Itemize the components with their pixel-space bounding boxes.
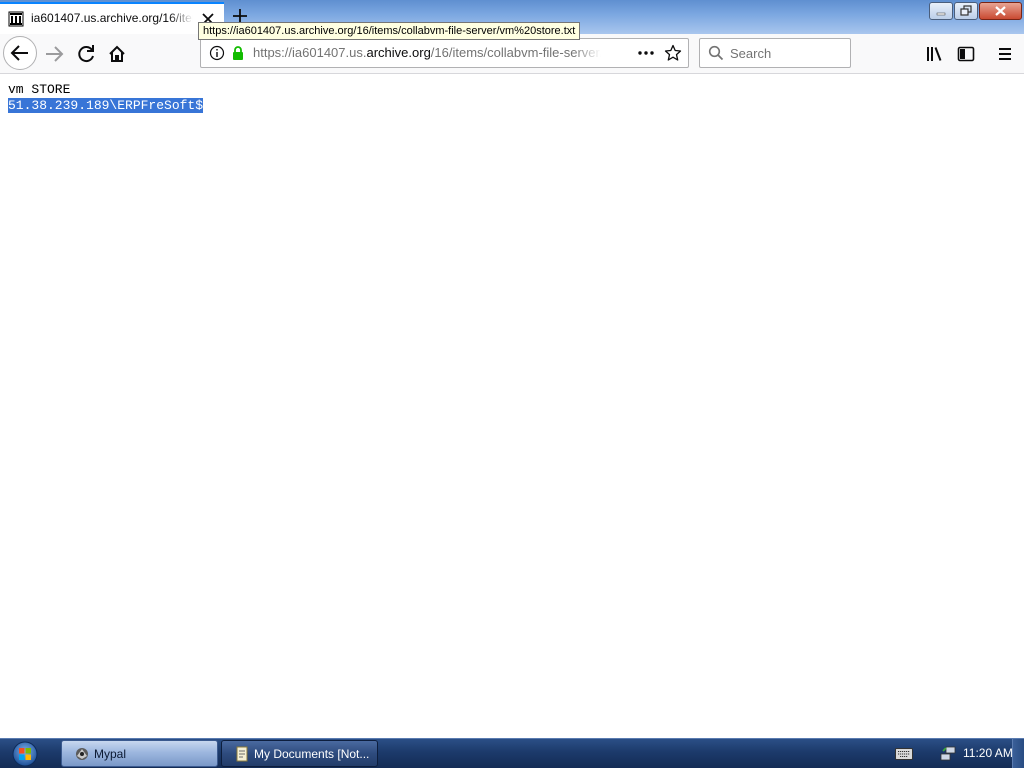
close-window-icon — [995, 6, 1006, 16]
more-actions-icon[interactable] — [637, 45, 655, 61]
library-icon — [927, 47, 942, 61]
library-button[interactable] — [918, 38, 950, 70]
hamburger-menu-button[interactable] — [989, 38, 1021, 70]
sidebar-icon — [957, 46, 975, 62]
url-text[interactable]: https://ia601407.us.archive.org/16/items… — [253, 45, 601, 60]
minimize-icon — [936, 12, 946, 16]
restore-icon — [960, 5, 972, 16]
tab-title: ia601407.us.archive.org/16/items/collabv… — [31, 11, 193, 25]
page-content: vm STORE 51.38.239.189\ERPFreSoft$ — [0, 74, 1024, 738]
url-prefix: https://ia601407.us. — [253, 45, 367, 60]
link-tooltip: https://ia601407.us.archive.org/16/items… — [198, 22, 581, 40]
windows-orb-icon — [12, 741, 38, 767]
taskbar: Mypal My Documents [Not... 11:20 AM — [0, 738, 1024, 768]
reload-icon — [78, 45, 94, 63]
home-button[interactable] — [101, 38, 133, 70]
forward-button[interactable] — [38, 38, 70, 70]
taskbar-item-label: Mypal — [94, 747, 127, 761]
taskbar-item-mypal[interactable]: Mypal — [61, 740, 218, 767]
navigation-toolbar: https://ia601407.us.archive.org/16/items… — [0, 34, 1024, 74]
taskbar-item-my-documents[interactable]: My Documents [Not... — [221, 740, 378, 767]
tab-active[interactable]: ia601407.us.archive.org/16/items/collabv… — [0, 2, 224, 34]
mypal-browser-icon — [76, 748, 88, 760]
show-desktop-button[interactable] — [1012, 739, 1024, 768]
back-button[interactable] — [3, 36, 37, 70]
info-icon[interactable] — [209, 45, 225, 61]
search-icon — [708, 45, 724, 61]
search-bar[interactable] — [699, 38, 851, 68]
taskbar-item-label: My Documents [Not... — [254, 747, 370, 761]
url-path: /16/items/collabvm-file-server/vm%20stor… — [430, 45, 601, 60]
minimize-button[interactable] — [929, 2, 953, 20]
back-arrow-icon — [10, 45, 28, 61]
text-line-2-selected[interactable]: 51.38.239.189\ERPFreSoft$ — [8, 98, 204, 113]
text-line-1: vm STORE — [8, 82, 71, 97]
sidebar-button[interactable] — [950, 38, 982, 70]
reload-button[interactable] — [70, 38, 102, 70]
hamburger-menu-icon — [999, 48, 1011, 60]
home-icon — [109, 45, 125, 62]
tray-clock[interactable]: 11:20 AM — [963, 746, 1013, 760]
search-input[interactable] — [730, 44, 840, 62]
keyboard-icon[interactable] — [895, 748, 913, 760]
archive-favicon-icon — [8, 11, 24, 27]
notepad-icon — [236, 746, 248, 762]
lock-icon[interactable] — [230, 45, 246, 61]
plain-text-document: vm STORE 51.38.239.189\ERPFreSoft$ — [8, 82, 204, 114]
restore-button[interactable] — [954, 2, 978, 20]
url-host: archive.org — [366, 45, 431, 60]
network-icon[interactable] — [940, 745, 956, 761]
start-button[interactable] — [6, 740, 44, 768]
bookmark-star-icon[interactable] — [664, 44, 682, 62]
close-window-button[interactable] — [979, 2, 1022, 20]
forward-arrow-icon — [46, 46, 64, 62]
url-bar[interactable]: https://ia601407.us.archive.org/16/items… — [200, 38, 689, 68]
